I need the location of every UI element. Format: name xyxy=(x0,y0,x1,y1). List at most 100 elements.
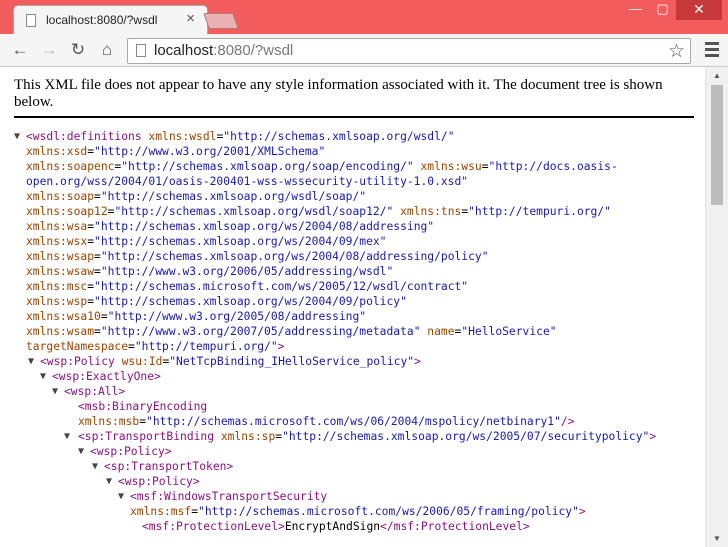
xml-token: xmlns:msc xyxy=(26,280,88,293)
maximize-button[interactable]: ▢ xyxy=(649,0,676,20)
xml-line: xmlns:soapenc = "http://schemas.xmlsoap.or… xyxy=(0,159,705,174)
scrollbar-thumb[interactable] xyxy=(711,85,723,205)
xml-token: > xyxy=(649,430,657,443)
xml-token: "http://schemas.microsoft.com/ws/2006/05… xyxy=(198,505,579,518)
collapse-arrow-icon[interactable]: ▼ xyxy=(52,384,58,399)
xml-token: </msf:ProtectionLevel> xyxy=(380,520,530,533)
xml-token: = xyxy=(94,250,101,263)
xml-line: xmlns:wsap="http://schemas.xmlsoap.org/w… xyxy=(0,249,705,264)
collapse-arrow-icon[interactable]: ▼ xyxy=(78,444,84,459)
xml-token: <sp:TransportToken> xyxy=(104,460,234,473)
xml-line: xmlns:soap12="http://schemas.xmlsoap.org… xyxy=(0,204,705,219)
xml-token: xmlns:wsap xyxy=(26,250,95,263)
xml-token: EncryptAndSign xyxy=(284,520,381,533)
home-button[interactable]: ⌂ xyxy=(96,39,118,61)
xml-token: xmlns:soapenc xyxy=(26,160,115,173)
forward-button[interactable]: → xyxy=(38,39,60,61)
xml-line: xmlns:msc="http://schemas.microsoft.com/… xyxy=(0,279,705,294)
xml-token: = xyxy=(87,220,95,233)
xml-token: = xyxy=(87,295,95,308)
xml-line: xmlns:xsd="http://www.w3.org/2001/XMLSch… xyxy=(0,144,705,159)
page-favicon-icon xyxy=(26,14,36,27)
url-path: :8080/?wsdl xyxy=(213,42,294,59)
xml-line: ▼ <wsp:All> xyxy=(0,384,705,399)
notice-divider xyxy=(14,116,694,118)
xml-line: xmlns:wsp="http://schemas.xmlsoap.org/ws… xyxy=(0,294,705,309)
xml-line: ▼ <wsdl:definitions xmlns:wsdl="http://sc… xyxy=(0,129,705,144)
xml-token: xmlns:wsu xyxy=(413,160,482,173)
minimize-button[interactable]: — xyxy=(622,0,649,20)
xml-token: <wsp:All> xyxy=(64,385,126,398)
xml-token: <wsp:Policy xyxy=(40,355,115,368)
vertical-scrollbar[interactable]: ▲ ▼ xyxy=(705,67,728,547)
chrome-menu-button[interactable] xyxy=(704,39,720,61)
xml-line: ▼ <wsp:Policy> xyxy=(0,444,705,459)
xml-token: = xyxy=(128,340,135,353)
page-icon xyxy=(136,44,146,57)
back-button[interactable]: ← xyxy=(9,39,31,61)
collapse-arrow-icon[interactable]: ▼ xyxy=(64,429,70,444)
xml-token: = xyxy=(100,310,108,323)
xml-token: xmlns:xsd xyxy=(26,145,88,158)
collapse-arrow-icon[interactable]: ▼ xyxy=(92,459,98,474)
xml-token: = xyxy=(87,145,95,158)
collapse-arrow-icon[interactable]: ▼ xyxy=(28,354,34,369)
xml-token: xmlns:wsam xyxy=(26,325,95,338)
xml-token: xmlns:msb xyxy=(78,415,140,428)
tab-close-icon[interactable]: × xyxy=(186,10,195,27)
window-controls: — ▢ ✕ xyxy=(622,0,722,20)
xml-line: targetNamespace="http://tempuri.org/"> xyxy=(0,339,705,354)
collapse-arrow-icon[interactable]: ▼ xyxy=(14,129,20,144)
xml-token: "NetTcpBinding_IHelloService_policy" xyxy=(169,355,415,368)
xml-token: xmlns:wsp xyxy=(26,295,88,308)
tab-title: localhost:8080/?wsdl xyxy=(46,13,158,27)
xml-token: "http://www.w3.org/2006/05/addressing/ws… xyxy=(100,265,394,278)
xml-token: "http://schemas.microsoft.com/ws/2005/12… xyxy=(94,280,469,293)
xml-token: = xyxy=(87,280,95,293)
url-host: localhost xyxy=(154,42,214,59)
xml-token: "http://schemas.xmlsoap.org/ws/2004/08/a… xyxy=(100,250,489,263)
xml-token: "http://schemas.xmlsoap.org/wsdl/" xyxy=(223,130,455,143)
xml-token: "http://schemas.microsoft.com/ws/06/2004… xyxy=(146,415,561,428)
browser-tab[interactable]: localhost:8080/?wsdl × xyxy=(13,5,208,34)
xml-token: "http://schemas.xmlsoap.org/wsdl/soap12/… xyxy=(114,205,394,218)
xml-document-tree: ▼ <wsdl:definitions xmlns:wsdl="http://sc… xyxy=(0,129,705,534)
xml-token: /> xyxy=(560,415,575,428)
xml-token: = xyxy=(94,265,101,278)
browser-toolbar: ← → ↻ ⌂ localhost:8080/?wsdl ☆ xyxy=(0,34,728,67)
xml-token: <wsdl:definitions xyxy=(26,130,142,143)
xml-token: = xyxy=(481,160,489,173)
xml-line: xmlns:wsa10="http://www.w3.org/2005/08/a… xyxy=(0,309,705,324)
collapse-arrow-icon[interactable]: ▼ xyxy=(118,489,124,504)
bookmark-star-icon[interactable]: ☆ xyxy=(668,40,685,63)
xml-token: targetNamespace xyxy=(26,340,129,353)
title-bar: localhost:8080/?wsdl × — ▢ ✕ xyxy=(0,0,728,34)
xml-line: ▼ <wsp:Policy> xyxy=(0,474,705,489)
xml-token: <wsp:Policy> xyxy=(118,475,200,488)
xml-token: = xyxy=(94,190,101,203)
xml-token: "http://schemas.xmlsoap.org/wsdl/soap/" xyxy=(100,190,367,203)
xml-line: xmlns:msf="http://schemas.microsoft.com/… xyxy=(0,504,705,519)
xml-line: xmlns:wsa="http://schemas.xmlsoap.org/ws… xyxy=(0,219,705,234)
reload-button[interactable]: ↻ xyxy=(67,39,89,61)
xml-line: ▼ <sp:TransportBinding xmlns:sp="http://s… xyxy=(0,429,705,444)
scroll-up-arrow-icon[interactable]: ▲ xyxy=(706,67,728,84)
scroll-down-arrow-icon[interactable]: ▼ xyxy=(706,530,728,547)
xml-token: "http://www.w3.org/2001/XMLSchema" xyxy=(94,145,326,158)
close-window-button[interactable]: ✕ xyxy=(676,0,722,20)
new-tab-button[interactable] xyxy=(203,13,239,29)
collapse-arrow-icon[interactable]: ▼ xyxy=(106,474,112,489)
xml-line: ▼ <wsp:ExactlyOne> xyxy=(0,369,705,384)
xml-line: xmlns:msb="http://schemas.microsoft.com/… xyxy=(0,414,705,429)
xml-token: "http://schemas.xmlsoap.org/ws/2004/09/p… xyxy=(94,295,407,308)
xml-token: "http://schemas.xmlsoap.org/soap/encodin… xyxy=(121,160,414,173)
xml-token: name xyxy=(420,325,455,338)
xml-token: wsu:Id xyxy=(114,355,163,368)
xml-token: xmlns:sp xyxy=(214,430,276,443)
xml-token: "http://schemas.xmlsoap.org/ws/2005/07/s… xyxy=(282,430,650,443)
xml-line: xmlns:wsx="http://schemas.xmlsoap.org/ws… xyxy=(0,234,705,249)
collapse-arrow-icon[interactable]: ▼ xyxy=(40,369,46,384)
xml-token: "http://schemas.xmlsoap.org/ws/2004/09/m… xyxy=(94,235,387,248)
xml-token: <sp:TransportBinding xyxy=(78,430,215,443)
address-bar[interactable]: localhost:8080/?wsdl ☆ xyxy=(127,38,691,64)
